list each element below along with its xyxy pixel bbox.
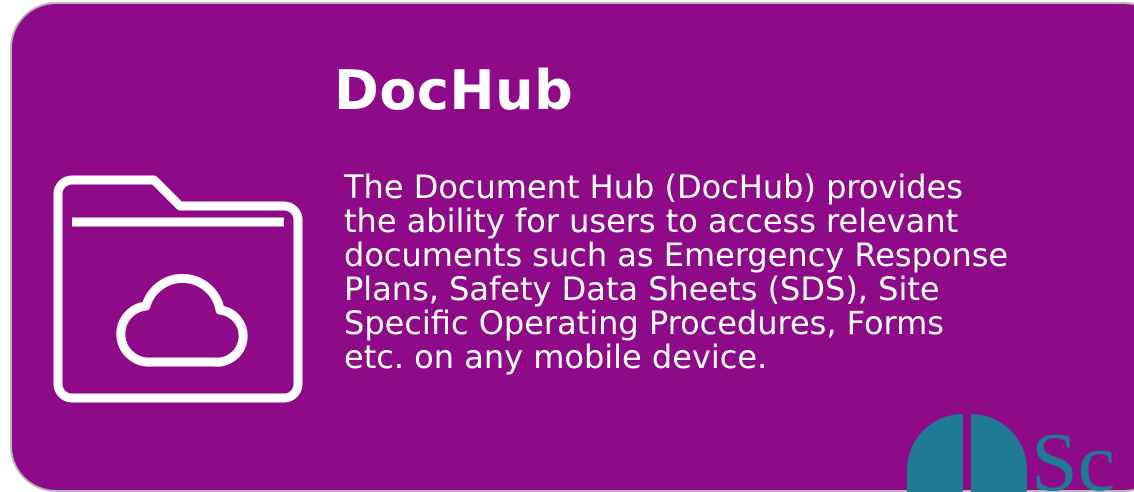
brand-logo-icon: Sc <box>907 414 1115 492</box>
page-title: DocHub <box>334 59 574 122</box>
folder-cloud-icon <box>53 175 303 403</box>
description-text: The Document Hub (DocHub) provides the a… <box>344 168 1009 376</box>
logo-text: Sc <box>1031 416 1115 492</box>
